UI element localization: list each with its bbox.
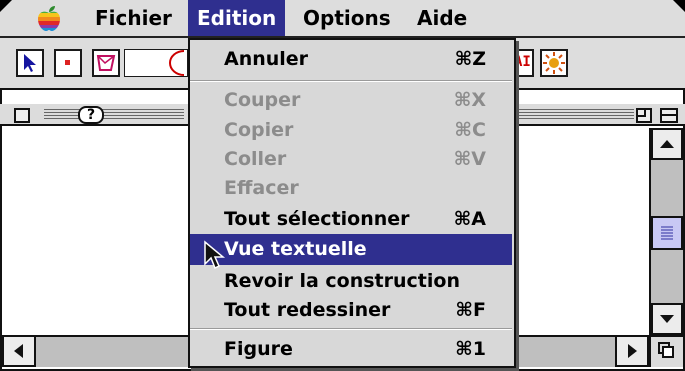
screen-corner	[0, 0, 12, 12]
menu-item-annuler[interactable]: Annuler ⌘Z	[190, 44, 512, 75]
resize-grip-icon[interactable]	[649, 335, 683, 367]
menu-options[interactable]: Options	[294, 0, 400, 36]
menu-item-copier: Copier ⌘C	[224, 119, 486, 141]
text-tool-icon[interactable]: AI	[514, 49, 534, 77]
menu-separator	[190, 328, 512, 330]
menu-item-tout-redessiner[interactable]: Tout redessiner ⌘F	[190, 295, 512, 326]
title-bar-stripes	[44, 109, 184, 121]
menu-fichier[interactable]: Fichier	[86, 0, 181, 36]
text-tool-glyph: AI	[514, 54, 531, 70]
circle-tool-icon[interactable]	[123, 48, 189, 78]
apple-icon[interactable]	[34, 4, 64, 34]
arrow-tool-icon[interactable]	[16, 49, 44, 77]
vertical-scroll-thumb[interactable]	[651, 216, 683, 250]
scroll-down-arrow-icon[interactable]	[651, 303, 683, 335]
zoom-box-icon[interactable]	[636, 108, 652, 123]
point-tool-icon[interactable]	[54, 49, 82, 77]
menu-item-tout-selectionner[interactable]: Tout sélectionner ⌘A	[190, 204, 512, 235]
menu-item-couper: Couper ⌘X	[224, 89, 486, 111]
polygon-tool-icon[interactable]	[92, 49, 120, 77]
mouse-pointer-icon	[203, 240, 227, 272]
help-button[interactable]: ?	[78, 106, 104, 124]
scroll-up-arrow-icon[interactable]	[651, 128, 683, 160]
menu-item-effacer: Effacer	[224, 177, 299, 199]
collapse-box-icon[interactable]	[660, 108, 678, 123]
screen-corner	[673, 0, 685, 12]
menu-item-vue-textuelle[interactable]: Vue textuelle	[190, 234, 512, 265]
menu-item-coller: Coller ⌘V	[224, 148, 486, 170]
menu-aide[interactable]: Aide	[408, 0, 476, 36]
close-box-icon[interactable]	[14, 108, 30, 123]
title-bar-stripes	[516, 109, 634, 121]
animation-tool-icon[interactable]	[540, 49, 568, 77]
scroll-left-arrow-icon[interactable]	[2, 335, 36, 367]
menu-edition[interactable]: Edition	[188, 0, 286, 36]
menu-item-revoir-la-construction[interactable]: Revoir la construction	[190, 266, 512, 297]
menu-item-figure[interactable]: Figure ⌘1	[190, 334, 512, 365]
menu-separator	[190, 80, 512, 82]
scroll-right-arrow-icon[interactable]	[615, 335, 649, 367]
